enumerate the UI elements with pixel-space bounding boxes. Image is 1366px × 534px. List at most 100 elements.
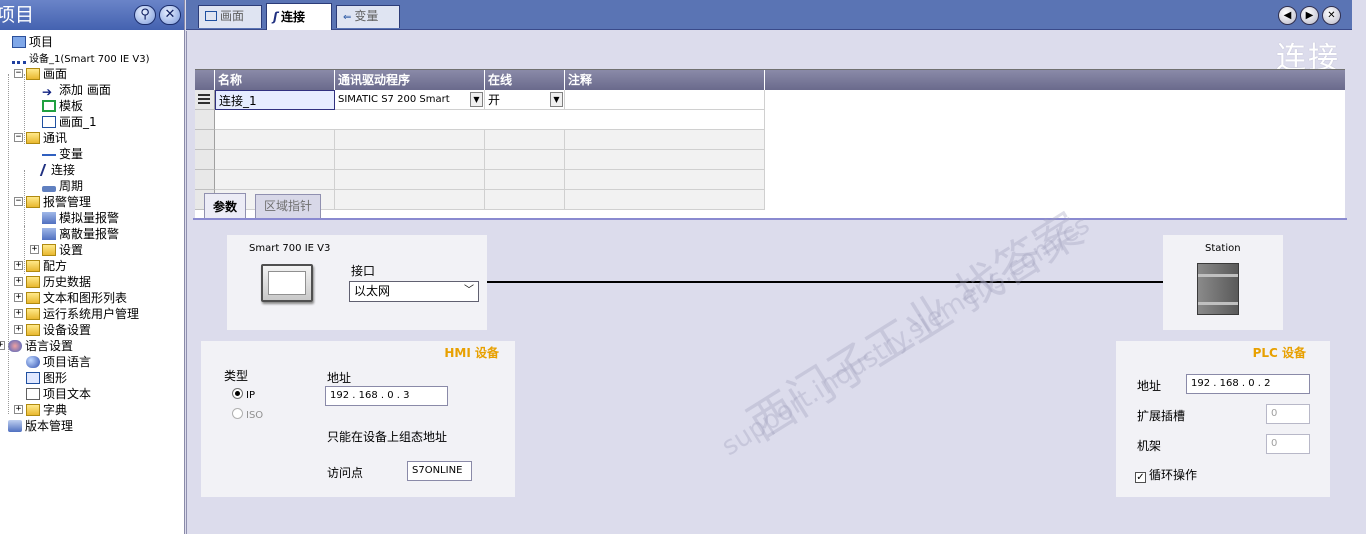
- row-header[interactable]: [195, 130, 215, 150]
- empty-cell[interactable]: [215, 130, 335, 150]
- previous-icon[interactable]: ◀: [1278, 6, 1297, 25]
- tree-item[interactable]: 项目: [12, 34, 53, 50]
- close-icon[interactable]: ✕: [159, 5, 181, 25]
- tree-expander-icon[interactable]: +: [14, 309, 23, 318]
- tree-item-label: 配方: [43, 259, 68, 273]
- tree-item[interactable]: 图形: [26, 370, 67, 386]
- folder-icon: [26, 324, 40, 336]
- tree-expander-icon[interactable]: +: [0, 341, 5, 350]
- plc-address-input[interactable]: 192 . 168 . 0 . 2: [1186, 374, 1310, 394]
- tree-item[interactable]: 画面: [26, 66, 67, 82]
- tree-item[interactable]: 运行系统用户管理: [26, 306, 139, 322]
- tree-item-label: 画面: [43, 67, 68, 81]
- empty-cell[interactable]: [485, 130, 565, 150]
- tree-item-label: 设置: [59, 243, 84, 257]
- tree-item[interactable]: 报警管理: [26, 194, 91, 210]
- screen-icon: [205, 11, 217, 21]
- cell-comment[interactable]: [565, 90, 765, 110]
- tree-expander-icon[interactable]: +: [14, 293, 23, 302]
- tree-item[interactable]: 设置: [42, 242, 83, 258]
- tree-expander-icon[interactable]: −: [14, 197, 23, 206]
- tab-tags[interactable]: ⇐ 变量: [336, 5, 400, 28]
- tree-item[interactable]: 语言设置: [8, 338, 73, 354]
- tree-expander-icon[interactable]: +: [14, 261, 23, 270]
- cell-name[interactable]: 连接_1: [215, 90, 335, 110]
- column-header-comment[interactable]: 注释: [565, 70, 765, 90]
- type-ip-radio[interactable]: IP: [232, 387, 255, 401]
- tree-item[interactable]: 模板: [42, 98, 83, 114]
- tree-expander-icon[interactable]: −: [14, 69, 23, 78]
- empty-cell[interactable]: [335, 130, 485, 150]
- tree-item[interactable]: 设备设置: [26, 322, 91, 338]
- empty-cell[interactable]: [485, 190, 565, 210]
- tree-expander-icon[interactable]: +: [14, 325, 23, 334]
- tab-area-pointer[interactable]: 区域指针: [255, 194, 322, 218]
- empty-cell[interactable]: [215, 170, 335, 190]
- connection-icon: [39, 164, 51, 176]
- tree-item[interactable]: 文本和图形列表: [26, 290, 127, 306]
- tree-item[interactable]: 周期: [42, 178, 83, 194]
- chevron-down-icon[interactable]: ▼: [550, 92, 563, 107]
- tree-item[interactable]: 配方: [26, 258, 67, 274]
- tree-item[interactable]: 项目语言: [26, 354, 91, 370]
- access-point-input[interactable]: S7ONLINE: [407, 461, 472, 481]
- empty-cell[interactable]: [565, 150, 765, 170]
- column-header-online[interactable]: 在线: [485, 70, 565, 90]
- empty-cell[interactable]: [335, 170, 485, 190]
- tab-screen-1[interactable]: 画面_1: [198, 5, 262, 44]
- cell-driver[interactable]: SIMATIC S7 200 Smart ▼: [335, 90, 485, 110]
- empty-cell[interactable]: [335, 150, 485, 170]
- tree-item[interactable]: 版本管理: [8, 418, 73, 434]
- tab-label: 连接: [280, 10, 305, 24]
- close-editor-icon[interactable]: ✕: [1322, 6, 1341, 25]
- empty-cell[interactable]: [485, 170, 565, 190]
- tab-parameters[interactable]: 参数: [204, 193, 247, 219]
- tree-item[interactable]: 画面_1: [42, 114, 97, 130]
- hmi-device-block[interactable]: Smart 700 IE V3 接口 以太网 ﹀: [227, 235, 487, 330]
- tree-item[interactable]: 离散量报警: [42, 226, 119, 242]
- hmi-address-input[interactable]: 192 . 168 . 0 . 3: [325, 386, 448, 406]
- tree-item-label: 项目: [29, 35, 54, 49]
- empty-cell[interactable]: [565, 190, 765, 210]
- tree-item[interactable]: 通讯: [26, 130, 67, 146]
- tree-item[interactable]: 变量: [42, 146, 83, 162]
- row-header[interactable]: [195, 150, 215, 170]
- tree-item[interactable]: 历史数据: [26, 274, 91, 290]
- empty-cell[interactable]: [335, 190, 485, 210]
- connections-editor: 连接 名称 通讯驱动程序 在线 注释 连接_1 SIMATIC S7 200 S…: [186, 31, 1352, 534]
- tree-expander-icon[interactable]: +: [14, 405, 23, 414]
- tab-connections[interactable]: ʃ 连接: [266, 3, 332, 30]
- interface-select[interactable]: 以太网 ﹀: [349, 281, 479, 302]
- column-header-name[interactable]: 名称: [215, 70, 335, 90]
- empty-cell[interactable]: [485, 150, 565, 170]
- table-row-empty[interactable]: [215, 110, 765, 130]
- cyclic-operation-checkbox[interactable]: ✓ 循环操作: [1135, 466, 1197, 483]
- empty-cell[interactable]: [565, 170, 765, 190]
- plc-parameters-panel: PLC 设备 地址 192 . 168 . 0 . 2 扩展插槽 0 机架 0 …: [1116, 341, 1330, 497]
- next-icon[interactable]: ▶: [1300, 6, 1319, 25]
- empty-cell[interactable]: [215, 150, 335, 170]
- chevron-down-icon[interactable]: ▼: [470, 92, 483, 107]
- tree-expander-icon[interactable]: −: [14, 133, 23, 142]
- tree-expander-icon[interactable]: +: [14, 277, 23, 286]
- row-header[interactable]: [195, 110, 215, 130]
- row-header[interactable]: [195, 170, 215, 190]
- type-iso-radio[interactable]: ISO: [232, 407, 263, 421]
- empty-cell[interactable]: [565, 130, 765, 150]
- tree-item[interactable]: 字典: [26, 402, 67, 418]
- expansion-slot-input[interactable]: 0: [1266, 404, 1310, 424]
- rack-input[interactable]: 0: [1266, 434, 1310, 454]
- tree-item[interactable]: 模拟量报警: [42, 210, 119, 226]
- tree-item[interactable]: 项目文本: [26, 386, 91, 402]
- tree-item-label: 通讯: [43, 131, 68, 145]
- pin-icon[interactable]: ⚲: [134, 5, 156, 25]
- cell-online[interactable]: 开 ▼: [485, 90, 565, 110]
- tree-item[interactable]: 设备_1(Smart 700 IE V3): [12, 50, 150, 66]
- tree-expander-icon[interactable]: +: [30, 245, 39, 254]
- tree-item[interactable]: 连接: [39, 162, 75, 178]
- tree-item[interactable]: ➔ 添加 画面: [42, 82, 111, 99]
- plc-device-block[interactable]: Station: [1163, 235, 1283, 330]
- row-header[interactable]: [195, 90, 215, 110]
- plc-section-title: PLC 设备: [1252, 346, 1306, 360]
- column-header-driver[interactable]: 通讯驱动程序: [335, 70, 485, 90]
